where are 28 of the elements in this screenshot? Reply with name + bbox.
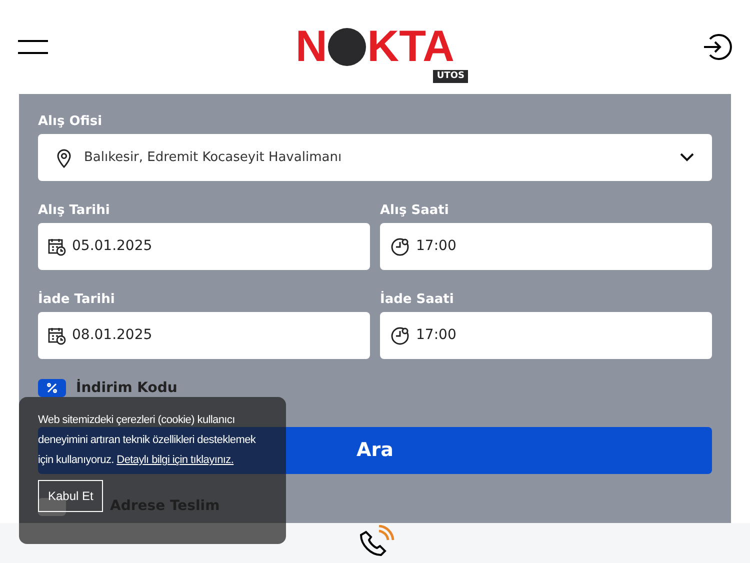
field-label: Alış Saati <box>380 203 450 220</box>
clock-icon <box>390 236 410 256</box>
calendar-icon <box>48 326 66 344</box>
calendar-icon <box>48 238 66 256</box>
discount-checkbox[interactable] <box>38 379 66 397</box>
accept-button[interactable]: Kabul Et <box>38 480 104 512</box>
logo-dot-icon <box>328 28 366 66</box>
menu-icon[interactable] <box>18 40 48 54</box>
logo-badge: UTOS <box>432 70 468 83</box>
logo-text: N <box>296 25 328 69</box>
date-field[interactable]: 08.01.2025 <box>38 312 370 359</box>
login-icon[interactable] <box>702 32 732 62</box>
checkbox-label: İndirim Kodu <box>76 378 178 398</box>
location-pin-icon <box>56 148 72 168</box>
field-label: İade Saati <box>380 292 455 309</box>
office-value: Balıkesir, Edremit Kocaseyit Havalimanı <box>84 148 343 167</box>
clock-icon <box>390 326 410 346</box>
time-field[interactable]: 17:00 <box>380 223 712 270</box>
percent-icon <box>47 383 57 393</box>
field-label: Alış Tarihi <box>38 203 111 220</box>
field-label: Alış Ofisi <box>38 114 104 131</box>
chevron-down-icon <box>680 153 694 162</box>
office-select[interactable]: Balıkesir, Edremit Kocaseyit Havalimanı <box>38 134 712 181</box>
time-field[interactable]: 17:00 <box>380 312 712 359</box>
field-label: İade Tarihi <box>38 292 116 309</box>
date-field[interactable]: 05.01.2025 <box>38 223 370 270</box>
details-link[interactable]: Detaylı bilgi için tıklayınız. <box>116 454 234 466</box>
logo-text: KTA <box>367 25 454 69</box>
